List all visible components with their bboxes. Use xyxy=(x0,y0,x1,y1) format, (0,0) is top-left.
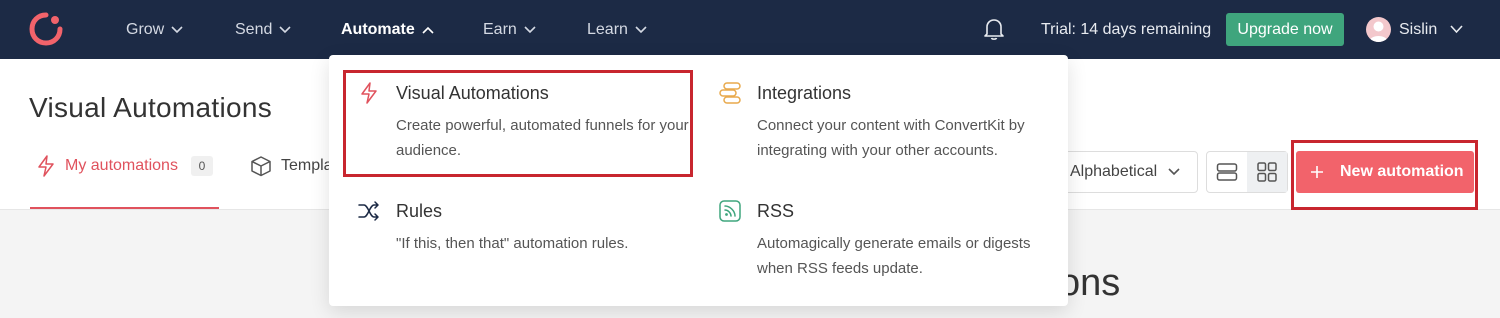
lightning-icon xyxy=(38,155,54,177)
menu-item-rss[interactable]: RSS Automagically generate emails or dig… xyxy=(718,199,1048,279)
tab-templates[interactable]: Templa xyxy=(250,155,333,177)
upgrade-button[interactable]: Upgrade now xyxy=(1226,13,1344,46)
chevron-up-icon xyxy=(422,26,434,34)
menu-item-integrations[interactable]: Integrations Connect your content with C… xyxy=(718,81,1048,161)
automation-count-badge: 0 xyxy=(190,156,213,176)
trial-status: Trial: 14 days remaining xyxy=(1041,21,1212,38)
automate-dropdown-menu: Visual Automations Create powerful, auto… xyxy=(329,55,1068,306)
nav-learn[interactable]: Learn xyxy=(587,0,647,59)
chevron-down-icon[interactable] xyxy=(1450,25,1463,34)
nav-automate-label: Automate xyxy=(341,21,415,38)
sort-select-value: Alphabetical xyxy=(1070,163,1158,180)
chevron-down-icon xyxy=(1168,168,1180,176)
rss-icon xyxy=(719,200,741,222)
page-title: Visual Automations xyxy=(29,92,273,123)
view-toggle xyxy=(1206,151,1288,193)
chevron-down-icon xyxy=(279,25,291,33)
menu-item-title: Integrations xyxy=(757,83,852,103)
chevron-down-icon xyxy=(524,25,536,33)
list-view-button[interactable] xyxy=(1207,152,1247,192)
convertkit-logo-icon[interactable] xyxy=(28,11,64,47)
menu-item-description: Automagically generate emails or digests… xyxy=(757,235,1031,277)
nav-learn-label: Learn xyxy=(587,21,628,38)
menu-item-description: "If this, then that" automation rules. xyxy=(396,235,629,252)
menu-item-title: Rules xyxy=(396,201,443,221)
plus-icon xyxy=(1311,166,1323,178)
nav-grow-label: Grow xyxy=(126,21,165,38)
integrations-icon xyxy=(719,82,741,104)
nav-send[interactable]: Send xyxy=(235,0,291,59)
new-automation-label: New automation xyxy=(1340,163,1464,180)
grid-view-icon xyxy=(1257,162,1277,182)
tab-templates-label: Templa xyxy=(281,157,333,174)
menu-item-title: RSS xyxy=(757,201,795,221)
active-tab-underline xyxy=(30,207,219,209)
cube-icon xyxy=(251,156,271,177)
menu-item-visual-automations[interactable]: Visual Automations Create powerful, auto… xyxy=(357,81,689,161)
lightning-icon xyxy=(361,82,377,104)
menu-item-description: Connect your content with ConvertKit by … xyxy=(757,117,1025,159)
chevron-down-icon xyxy=(635,25,647,33)
nav-grow[interactable]: Grow xyxy=(126,0,183,59)
nav-send-label: Send xyxy=(235,21,273,38)
menu-item-title: Visual Automations xyxy=(396,83,549,103)
avatar[interactable] xyxy=(1366,17,1391,42)
new-automation-button[interactable]: New automation xyxy=(1296,151,1474,193)
nav-earn[interactable]: Earn xyxy=(483,0,536,59)
tab-my-automations[interactable]: My automations 0 xyxy=(36,155,213,177)
top-navbar: Grow Send Automate Earn Learn Trial: 14 … xyxy=(0,0,1500,59)
username[interactable]: Sislin xyxy=(1399,0,1437,59)
menu-item-rules[interactable]: Rules "If this, then that" automation ru… xyxy=(357,199,687,259)
sort-select[interactable]: Alphabetical xyxy=(1052,151,1198,193)
user-avatar-icon xyxy=(1369,21,1388,42)
bell-icon[interactable] xyxy=(983,17,1005,41)
list-view-icon xyxy=(1216,163,1238,181)
shuffle-icon xyxy=(358,201,379,221)
nav-earn-label: Earn xyxy=(483,21,517,38)
chevron-down-icon xyxy=(171,25,183,33)
grid-view-button[interactable] xyxy=(1247,152,1287,192)
tab-my-automations-label: My automations xyxy=(65,157,178,174)
menu-item-description: Create powerful, automated funnels for y… xyxy=(396,117,689,159)
nav-automate[interactable]: Automate xyxy=(341,0,434,59)
